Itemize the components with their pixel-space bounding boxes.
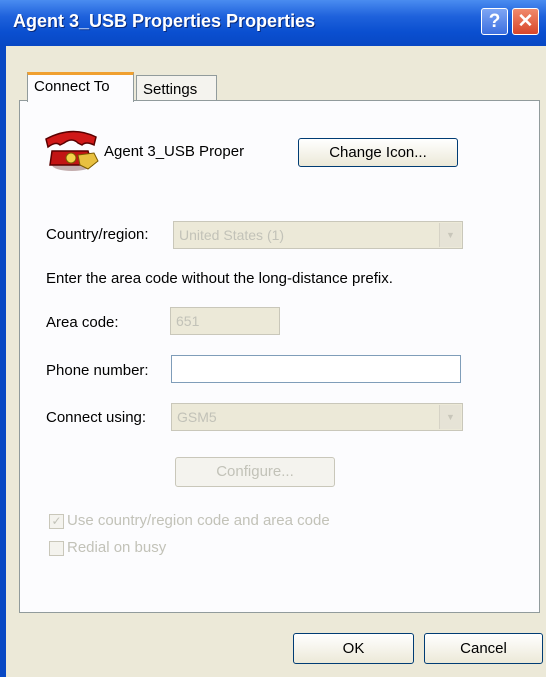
- ok-button-label: OK: [342, 640, 365, 657]
- configure-button[interactable]: Configure...: [175, 457, 335, 487]
- telephone-icon: [45, 130, 99, 171]
- chevron-down-icon: ▼: [439, 405, 461, 429]
- phone-number-input[interactable]: [171, 355, 461, 383]
- close-icon: ✕: [517, 11, 534, 32]
- cancel-button-label: Cancel: [460, 640, 507, 657]
- change-icon-button[interactable]: Change Icon...: [298, 138, 458, 167]
- configure-button-label: Configure...: [216, 463, 294, 480]
- tab-settings-label: Settings: [143, 81, 198, 98]
- connect-using-select[interactable]: GSM5 ▼: [171, 403, 463, 431]
- chevron-down-icon: ▼: [439, 223, 461, 247]
- connect-using-label: Connect using:: [46, 409, 147, 426]
- close-button[interactable]: ✕: [512, 8, 539, 35]
- connection-name: Agent 3_USB Proper: [104, 143, 245, 160]
- connect-using-value: GSM5: [177, 409, 217, 425]
- cancel-button[interactable]: Cancel: [424, 633, 543, 664]
- use-country-code-checkbox[interactable]: ✓: [49, 514, 64, 529]
- country-label: Country/region:: [46, 226, 149, 243]
- help-button[interactable]: ?: [481, 8, 508, 35]
- title-bar: Agent 3_USB Properties Properties ? ✕: [0, 0, 546, 46]
- tab-connect-to-label: Connect To: [34, 78, 110, 95]
- redial-on-busy-checkbox[interactable]: [49, 541, 64, 556]
- redial-on-busy-label: Redial on busy: [67, 539, 167, 556]
- window-title: Agent 3_USB Properties Properties: [13, 11, 316, 31]
- checkmark-icon: ✓: [51, 514, 62, 528]
- use-country-code-label: Use country/region code and area code: [67, 512, 330, 529]
- area-code-value: 651: [176, 313, 200, 329]
- area-code-instruction: Enter the area code without the long-dis…: [46, 270, 393, 287]
- phone-number-label: Phone number:: [46, 362, 149, 379]
- country-value: United States (1): [179, 227, 285, 243]
- area-code-label: Area code:: [46, 314, 119, 331]
- help-icon: ?: [488, 11, 501, 32]
- change-icon-button-label: Change Icon...: [329, 144, 427, 161]
- tab-connect-to[interactable]: Connect To: [27, 72, 134, 102]
- area-code-input[interactable]: 651: [170, 307, 280, 335]
- country-select[interactable]: United States (1) ▼: [173, 221, 463, 249]
- ok-button[interactable]: OK: [293, 633, 414, 664]
